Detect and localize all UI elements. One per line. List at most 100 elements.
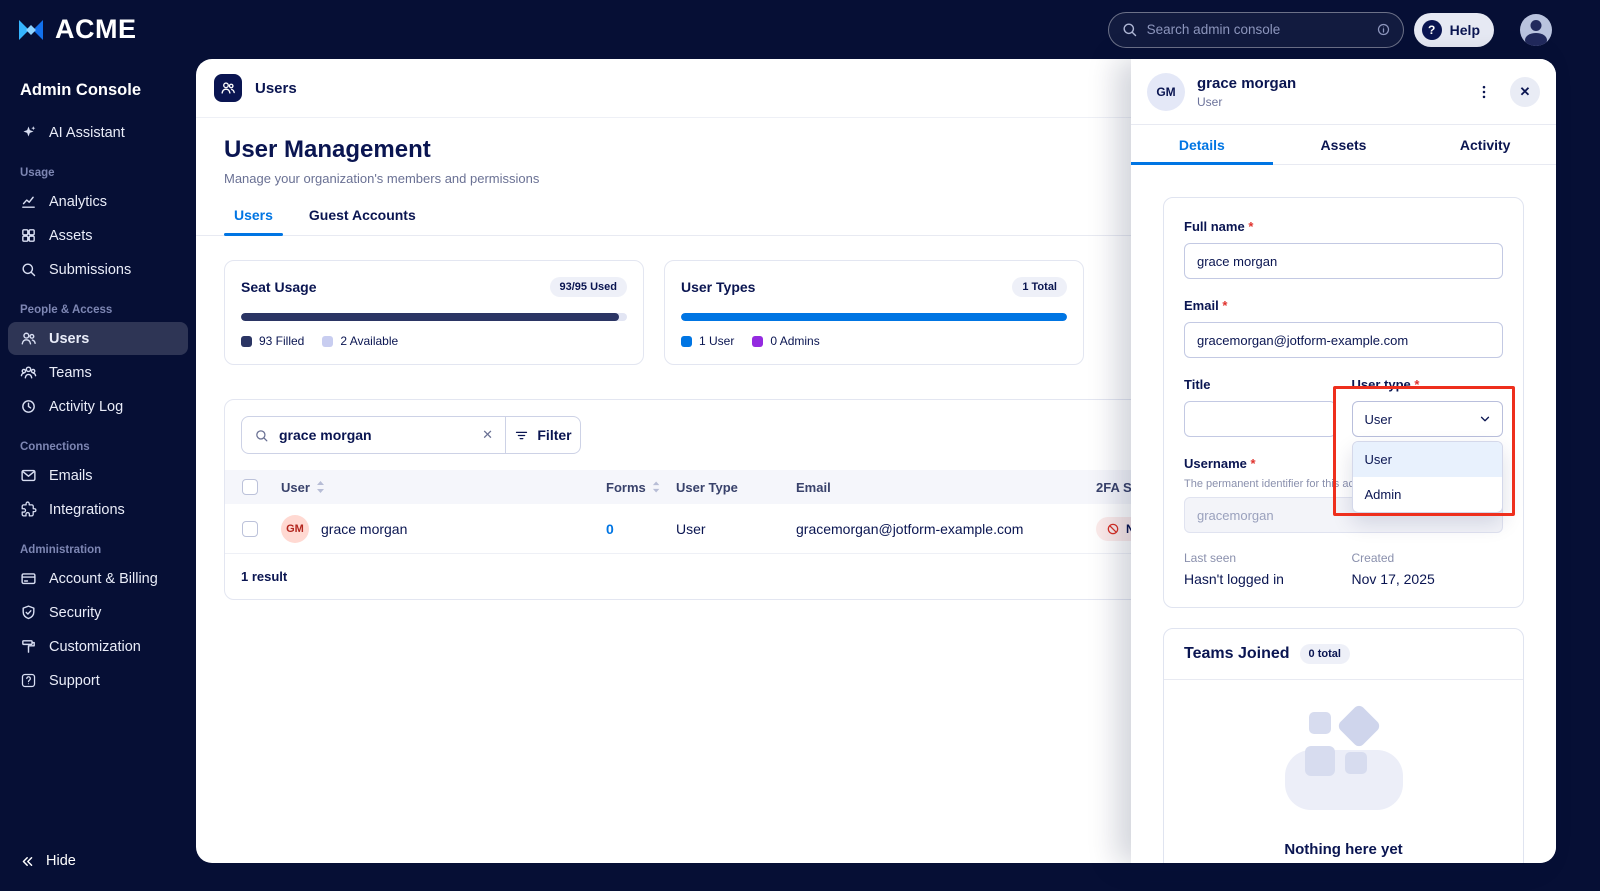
- tab-assets[interactable]: Assets: [1273, 125, 1415, 164]
- users-icon: [20, 330, 37, 347]
- admin-search-input[interactable]: [1146, 22, 1367, 37]
- select-all-checkbox[interactable]: [242, 479, 258, 495]
- required-mark: *: [1250, 456, 1256, 471]
- title-input[interactable]: [1184, 401, 1336, 437]
- sidebar-item-customization[interactable]: Customization: [8, 630, 188, 663]
- blocked-icon: [1107, 523, 1119, 534]
- info-icon: [1376, 22, 1391, 37]
- column-user[interactable]: User: [265, 480, 590, 495]
- grid-icon: [20, 227, 37, 244]
- user-detail-drawer: GM grace morgan User ✕ Details Assets Ac…: [1131, 59, 1556, 863]
- user-search-input[interactable]: grace morgan ✕: [242, 417, 505, 453]
- email-cell: gracemorgan@jotform-example.com: [796, 520, 1024, 537]
- question-icon: ?: [1421, 19, 1442, 40]
- sidebar-section-administration: Administration: [20, 544, 102, 556]
- row-checkbox[interactable]: [242, 520, 258, 537]
- teams-joined-title: Teams Joined: [1184, 645, 1290, 662]
- required-mark: *: [1248, 219, 1254, 234]
- created: Created Nov 17, 2025: [1351, 551, 1435, 587]
- sidebar-section-usage: Usage: [20, 167, 55, 179]
- option-admin[interactable]: Admin: [1353, 477, 1503, 512]
- breadcrumb-label: Users: [255, 79, 297, 97]
- sidebar-item-security[interactable]: Security: [8, 596, 188, 629]
- legend-dot: [241, 335, 252, 347]
- sidebar-item-account-billing[interactable]: Account & Billing: [8, 562, 188, 595]
- sort-icon: [316, 481, 324, 493]
- sidebar-item-users[interactable]: Users: [8, 322, 188, 355]
- close-button[interactable]: ✕: [1510, 76, 1540, 107]
- empty-state-title: Nothing here yet: [1284, 841, 1403, 858]
- sidebar-item-activity-log[interactable]: Activity Log: [8, 390, 188, 423]
- collapse-icon: [20, 854, 35, 869]
- required-mark: *: [1414, 377, 1420, 392]
- title-field: Title: [1184, 376, 1336, 437]
- teams-joined-card: Teams Joined 0 total Nothing here yet Da…: [1163, 628, 1524, 863]
- shield-icon: [20, 604, 37, 621]
- filter-icon: [514, 428, 529, 443]
- sidebar: Admin Console AI Assistant Usage Analyti…: [0, 59, 196, 891]
- credit-card-icon: [20, 570, 37, 587]
- forms-count-link[interactable]: 0: [606, 521, 614, 537]
- selected-value: User: [1364, 411, 1392, 427]
- user-type-select[interactable]: User: [1351, 401, 1503, 437]
- user-cell[interactable]: GM grace morgan: [265, 514, 590, 543]
- help-button[interactable]: ? Help: [1413, 12, 1494, 47]
- user-types-card: User Types 1 Total 1 User 0 Admins: [664, 260, 1084, 365]
- drawer-header: GM grace morgan User ✕: [1131, 59, 1556, 125]
- search-value: grace morgan: [279, 427, 372, 443]
- full-name-input[interactable]: [1184, 243, 1503, 279]
- users-crumb-icon: [214, 74, 242, 102]
- seat-usage-title: Seat Usage: [241, 279, 317, 295]
- drawer-user-role: User: [1197, 94, 1223, 109]
- sidebar-item-emails[interactable]: Emails: [8, 459, 188, 492]
- user-types-progress: [681, 313, 1067, 321]
- sidebar-item-teams[interactable]: Teams: [8, 356, 188, 389]
- avatar: GM: [1147, 72, 1185, 111]
- help-label: Help: [1449, 21, 1480, 38]
- brand-logo-icon: [16, 15, 46, 45]
- user-type-label: User type *: [1351, 377, 1420, 392]
- user-types-badge: 1 Total: [1012, 277, 1067, 297]
- tab-guest-accounts[interactable]: Guest Accounts: [299, 198, 426, 235]
- person-icon: [1530, 19, 1542, 31]
- tab-details[interactable]: Details: [1131, 125, 1273, 165]
- seat-usage-fill: [241, 313, 619, 321]
- seat-usage-card: Seat Usage 93/95 Used 93 Filled 2 Availa…: [224, 260, 644, 365]
- kebab-menu-button[interactable]: [1470, 78, 1498, 106]
- sort-icon: [652, 481, 660, 493]
- email-input[interactable]: [1184, 322, 1503, 358]
- legend-admins: 0 Admins: [752, 334, 820, 348]
- forms-cell[interactable]: 0: [590, 521, 660, 537]
- legend-filled: 93 Filled: [241, 334, 304, 348]
- column-email: Email: [796, 479, 831, 495]
- legend-users: 1 User: [681, 334, 734, 348]
- user-search-box: grace morgan ✕ Filter: [241, 416, 581, 454]
- legend-dot: [681, 335, 692, 347]
- admin-search[interactable]: [1107, 11, 1404, 48]
- avatar: GM: [281, 514, 309, 543]
- column-forms[interactable]: Forms: [590, 480, 660, 495]
- sidebar-item-analytics[interactable]: Analytics: [8, 185, 188, 218]
- drawer-tabs: Details Assets Activity: [1131, 125, 1556, 165]
- seat-usage-progress: [241, 313, 627, 321]
- puzzle-icon: [20, 501, 37, 518]
- teams-icon: [20, 364, 37, 381]
- tab-users[interactable]: Users: [224, 198, 283, 236]
- sidebar-hide-button[interactable]: Hide: [8, 845, 88, 877]
- user-type-field: User type * User User Admin: [1351, 376, 1503, 513]
- tab-activity[interactable]: Activity: [1414, 125, 1556, 164]
- clear-search-icon[interactable]: ✕: [482, 427, 493, 443]
- sidebar-item-support[interactable]: Support: [8, 664, 188, 697]
- sidebar-item-ai-assistant[interactable]: AI Assistant: [8, 116, 188, 149]
- option-user[interactable]: User: [1352, 442, 1502, 477]
- brand: ACME: [16, 14, 137, 45]
- clock-icon: [20, 398, 37, 415]
- sidebar-section-connections: Connections: [20, 441, 90, 453]
- topbar: ACME ? Help: [0, 0, 1600, 59]
- sidebar-item-assets[interactable]: Assets: [8, 219, 188, 252]
- filter-button[interactable]: Filter: [506, 417, 580, 453]
- sidebar-item-submissions[interactable]: Submissions: [8, 253, 188, 286]
- sidebar-item-integrations[interactable]: Integrations: [8, 493, 188, 526]
- paint-roller-icon: [20, 638, 37, 655]
- account-avatar[interactable]: [1520, 13, 1552, 46]
